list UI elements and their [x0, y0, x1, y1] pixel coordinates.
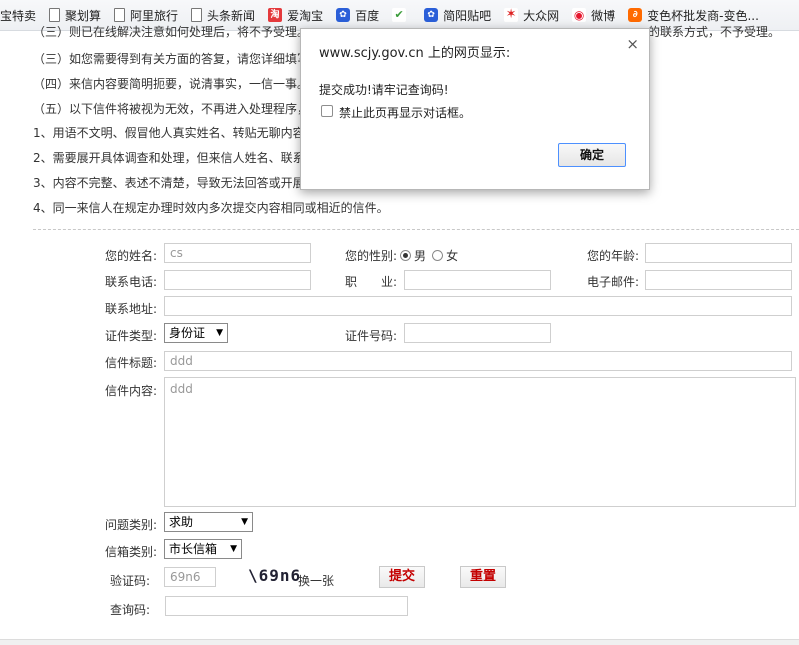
bookmark-item[interactable]: ✔ [387, 0, 419, 30]
captcha-input[interactable]: 69n6 [164, 567, 216, 587]
gender-female-label: 女 [446, 249, 459, 263]
captcha-label: 验证码: [110, 574, 151, 588]
dropdown-arrow-icon: ▼ [230, 544, 237, 554]
bookmark-label: 大众网 [523, 8, 560, 23]
id-no-label: 证件号码: [345, 329, 398, 343]
phone-label: 联系电话: [105, 275, 158, 289]
bookmark-label: 微博 [591, 8, 616, 23]
gender-male-radio[interactable] [400, 250, 412, 261]
email-label: 电子邮件: [587, 275, 640, 289]
bookmark-label: 简阳贴吧 [443, 8, 492, 23]
suppress-dialog-label[interactable]: 禁止此页再显示对话框。 [339, 104, 471, 121]
dazhong-icon: ✶ [504, 7, 519, 22]
page-icon [49, 8, 61, 22]
content-textarea[interactable]: ddd [164, 377, 796, 507]
notice-line-8: 4、同一来信人在规定办理时效内多次提交内容相同或相近的信件。 [33, 201, 389, 215]
bookmark-item[interactable]: ✶ 大众网 [499, 0, 567, 30]
job-input[interactable] [404, 270, 551, 290]
notice-line-4: （五）以下信件将被视为无效，不再进入处理程序，本 [33, 102, 322, 116]
notice-line-2: （三）如您需要得到有关方面的答复，请您详细填写 [33, 52, 310, 66]
query-code-label: 查询码: [110, 603, 151, 617]
notice-line-3: （四）来信内容要简明扼要，说清事实，一信一事。 [33, 77, 310, 91]
alibaba-icon: ∂ [628, 8, 643, 22]
close-icon[interactable]: × [626, 35, 639, 53]
bookmark-item[interactable]: ✿ 简阳贴吧 [419, 0, 499, 30]
bookmark-item[interactable]: ◉ 微博 [567, 0, 623, 30]
query-code-input[interactable] [165, 596, 408, 616]
gender-female-radio[interactable] [432, 250, 444, 261]
weibo-icon: ◉ [572, 8, 587, 22]
address-label: 联系地址: [105, 302, 158, 316]
gender-male-label: 男 [414, 249, 427, 263]
name-label: 您的姓名: [105, 249, 158, 263]
notice-line-7: 3、内容不完整、表述不清楚，导致无法回答或开展调 [33, 176, 317, 190]
page-icon [191, 8, 203, 22]
dialog-title: www.scjy.gov.cn 上的网页显示: [319, 46, 511, 61]
captcha-refresh-link[interactable]: 换一张 [298, 572, 334, 589]
bookmark-label: 阿里旅行 [130, 8, 179, 23]
subject-input[interactable]: ddd [164, 351, 792, 371]
bookmark-label: 爱淘宝 [287, 8, 324, 23]
age-input[interactable] [645, 243, 792, 263]
divider [33, 229, 799, 230]
dialog-message: 提交成功!请牢记查询码! [319, 83, 449, 97]
suppress-dialog-checkbox[interactable] [321, 105, 333, 117]
job-label: 职 业: [345, 275, 398, 289]
taobao-icon: 淘 [268, 8, 283, 22]
baidu-paw-icon: ✿ [336, 8, 351, 22]
bookmark-label: 宝特卖 [0, 8, 37, 23]
dropdown-arrow-icon: ▼ [241, 517, 248, 527]
hao123-icon: ✔ [392, 8, 407, 22]
id-type-select[interactable]: 身份证 ▼ [164, 323, 228, 343]
category-label: 问题类别: [105, 518, 158, 532]
notice-line-1-right: 的联系方式，不予受理。 [648, 25, 781, 39]
notice-line-1: （三）则已在线解决注意如何处理后，将不予受理。 [33, 25, 310, 39]
notice-line-6: 2、需要展开具体调查和处理，但来信人姓名、联系方 [33, 151, 317, 165]
alert-dialog: www.scjy.gov.cn 上的网页显示: × 提交成功!请牢记查询码! 禁… [300, 28, 650, 190]
bookmark-label: 百度 [355, 8, 380, 23]
mailbox-select[interactable]: 市长信箱 ▼ [164, 539, 242, 559]
tieba-paw-icon: ✿ [424, 8, 439, 22]
submit-button[interactable]: 提交 [379, 566, 425, 588]
email-input[interactable] [645, 270, 792, 290]
content-label: 信件内容: [105, 384, 158, 398]
name-input[interactable]: cs [164, 243, 311, 263]
phone-input[interactable] [164, 270, 311, 290]
notice-line-5: 1、用语不文明、假冒他人真实姓名、转贴无聊内容、 [33, 126, 317, 140]
bookmark-label: 聚划算 [65, 8, 102, 23]
reset-button[interactable]: 重置 [460, 566, 506, 588]
age-label: 您的年龄: [587, 249, 640, 263]
captcha-image[interactable]: \69n6 [248, 566, 301, 585]
bookmark-item[interactable]: ✿ 百度 [331, 0, 387, 30]
subject-label: 信件标题: [105, 356, 158, 370]
id-no-input[interactable] [404, 323, 551, 343]
mailbox-label: 信箱类别: [105, 545, 158, 559]
bottom-edge [0, 639, 799, 645]
page-icon [114, 8, 126, 22]
bookmark-label: 变色杯批发商-变色... [647, 8, 759, 23]
id-type-label: 证件类型: [105, 329, 158, 343]
bookmark-label: 头条新闻 [207, 8, 256, 23]
gender-label: 您的性别: 男女 [345, 249, 459, 263]
dropdown-arrow-icon: ▼ [216, 328, 223, 338]
ok-button[interactable]: 确定 [558, 143, 626, 167]
address-input[interactable] [164, 296, 792, 316]
category-select[interactable]: 求助 ▼ [164, 512, 253, 532]
